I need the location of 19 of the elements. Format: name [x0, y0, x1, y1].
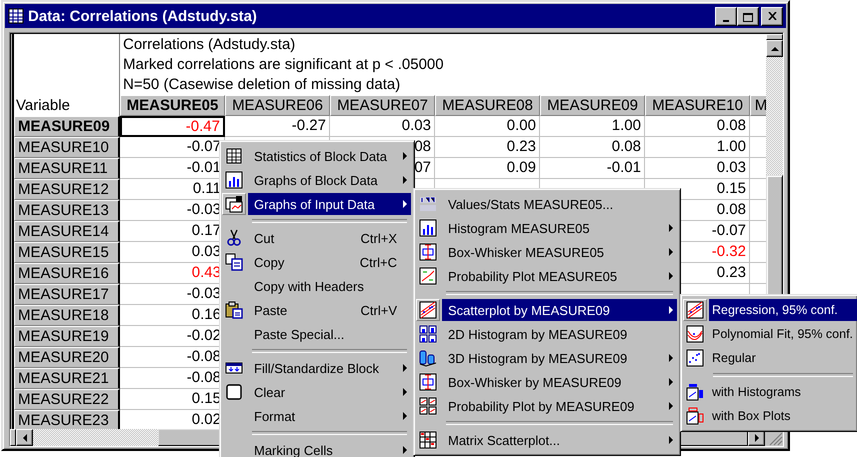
- table-cell: -0.47: [120, 116, 225, 137]
- table-cell: 1.00: [540, 116, 645, 137]
- table-cell: 0.08: [540, 137, 645, 158]
- table-cell: 0.00: [435, 116, 540, 137]
- shortcut-text: Ctrl+V: [360, 302, 398, 318]
- table-note: Correlations (Adstudy.sta): [123, 34, 296, 54]
- table-cell: 0.03: [330, 116, 435, 137]
- table-cell: 0.03: [645, 158, 750, 179]
- shortcut-text: Ctrl+C: [360, 254, 398, 270]
- table-cell: 0.08: [645, 116, 750, 137]
- shortcut-text: Ctrl+X: [360, 230, 398, 246]
- table-cell: -0.27: [225, 116, 330, 137]
- table-cell: 0.09: [435, 158, 540, 179]
- table-note: Marked correlations are significant at p < .05000: [123, 54, 445, 74]
- table-cell: 1.00: [645, 137, 750, 158]
- table-cell: -0.01: [540, 158, 645, 179]
- table-note: N=50 (Casewise deletion of missing data): [123, 74, 402, 94]
- table-cell: 0.23: [435, 137, 540, 158]
- window-title: Data: Correlations (Adstudy.sta): [28, 8, 257, 24]
